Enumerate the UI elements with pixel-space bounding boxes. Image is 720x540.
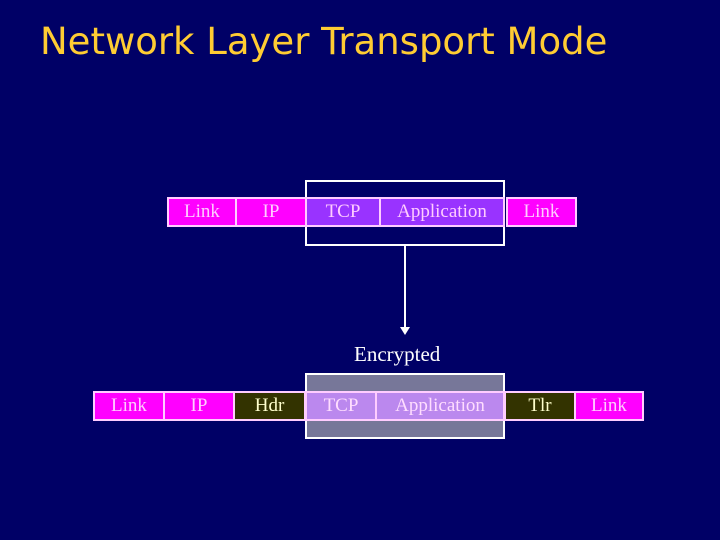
bottom-tcp-header: TCP bbox=[305, 391, 377, 421]
arrow-line bbox=[404, 245, 406, 327]
top-link-trailer: Link bbox=[506, 197, 577, 227]
arrow-down-icon bbox=[400, 327, 410, 335]
bottom-ip-header: IP bbox=[163, 391, 235, 421]
top-link-header: Link bbox=[167, 197, 237, 227]
encrypted-label: Encrypted bbox=[354, 342, 441, 366]
top-tcp-header: TCP bbox=[305, 197, 381, 227]
bottom-application-data: Application bbox=[375, 391, 505, 421]
bottom-link-header: Link bbox=[93, 391, 165, 421]
ipsec-header: Hdr bbox=[233, 391, 306, 421]
top-application-data: Application bbox=[379, 197, 505, 227]
slide-title: Network Layer Transport Mode bbox=[40, 20, 608, 63]
top-ip-header: IP bbox=[235, 197, 307, 227]
ipsec-trailer: Tlr bbox=[504, 391, 576, 421]
bottom-link-trailer: Link bbox=[574, 391, 644, 421]
